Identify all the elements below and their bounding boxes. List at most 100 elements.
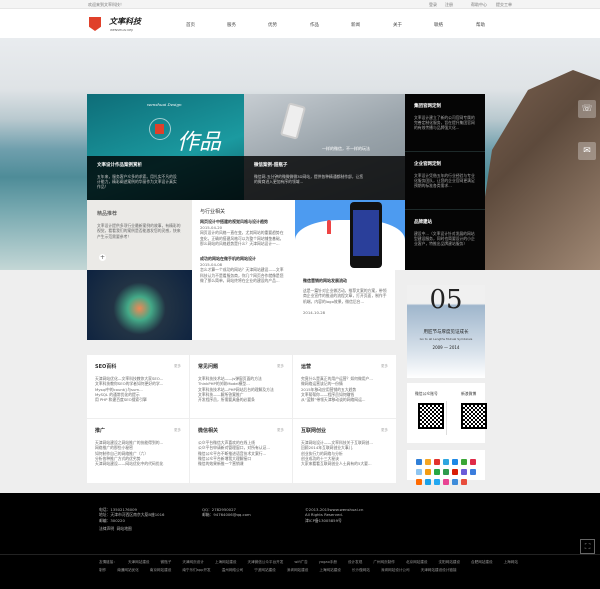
- illustration-image[interactable]: [87, 270, 192, 340]
- weibo-qr-code: [461, 403, 487, 429]
- share-icon[interactable]: [460, 468, 467, 475]
- works-card[interactable]: wenshuai Design 作品 文率设计作品案例赏析 五年来，服务客户众多的…: [87, 94, 244, 200]
- logo-name[interactable]: 文率科技: [109, 16, 141, 27]
- share-icon[interactable]: [433, 458, 440, 465]
- friend-link[interactable]: 北京网站建设: [406, 560, 428, 564]
- service-desc: 文率设计凭借五年的行业经验与专业化服务团队，让您的企业官网更满足预期的标准各类需…: [414, 173, 475, 188]
- friend-link[interactable]: 设计发现: [348, 560, 362, 564]
- share-icon[interactable]: [469, 468, 476, 475]
- phone-image: [279, 102, 307, 140]
- friend-link[interactable]: 上海网站建设: [319, 568, 341, 572]
- share-icon[interactable]: [424, 478, 431, 485]
- news-item[interactable]: 微信营销的网站发展流动 这是一篇针对企业做活动，推荐文案的方案，带领商企业宣传的…: [295, 270, 395, 340]
- share-icon[interactable]: [415, 478, 422, 485]
- wechat-qr-label: 微信公众账号: [415, 391, 438, 396]
- plus-icon[interactable]: +: [99, 254, 106, 261]
- wechat-case-card[interactable]: 一样的微信，不一样的玩法 微信案例-甜瓶子 微信网-五分钟的微微微微3D网站，提供…: [244, 94, 405, 200]
- nav-help[interactable]: 帮助: [476, 22, 485, 28]
- share-icon[interactable]: [460, 478, 467, 485]
- article-link[interactable]: 天津网站建设——网站优化中的代码优化: [95, 461, 181, 466]
- friend-link[interactable]: 天津网站建设设计链接: [421, 568, 457, 572]
- more-link[interactable]: 更多: [381, 364, 388, 369]
- logo-sub: WENSHUAI KEJI: [110, 28, 133, 32]
- nav-contact[interactable]: 联络: [434, 22, 443, 28]
- share-icon[interactable]: [424, 458, 431, 465]
- share-icon[interactable]: [469, 458, 476, 465]
- fullscreen-icon[interactable]: ⛶: [580, 539, 595, 554]
- article-link[interactable]: 开发程序员，所需要具备的必要条: [198, 397, 284, 402]
- app-promo-image[interactable]: [295, 200, 405, 270]
- article-link[interactable]: 微信的效果新推一个营销课: [198, 461, 284, 466]
- nav-works[interactable]: 作品: [310, 22, 319, 28]
- article-category: 运营 更多 究竟什么是真正的用户运营？如何做用户... 做网络运营该记的一份情 2015…: [293, 355, 396, 419]
- service-item[interactable]: 企业官网定制 文率设计凭借五年的行业经验与专业化服务团队，让您的企业官网更满足预期…: [405, 152, 485, 210]
- news-item[interactable]: 成功的网站在做手机的网站设计 2015-04-08 怎么才算一个成功的网站？天津网站…: [200, 256, 287, 283]
- sitemap-link[interactable]: 网站地图: [117, 526, 132, 531]
- wechat-float-icon[interactable]: ✉: [578, 142, 596, 160]
- friend-link[interactable]: 沈阳网站建设: [438, 560, 460, 564]
- more-link[interactable]: 更多: [277, 364, 284, 369]
- service-item[interactable]: 集团官网定制 文率设计建立了新的公司官网专属的完善定制化服务，旨在提升集团官网的有…: [405, 94, 485, 152]
- friend-link[interactable]: 南京网站建设: [150, 568, 172, 572]
- anniversary-banner[interactable]: 05 用匠节与厚度见证成长 Go to all Lengths Mutual S…: [407, 285, 485, 378]
- service-item[interactable]: 品牌建站 建设中...（文率设计针对发展的网站型建设服务，同时也简要设计的小企业客…: [405, 210, 485, 268]
- share-icon[interactable]: [433, 468, 440, 475]
- login-link[interactable]: 登录: [429, 2, 437, 8]
- nav-services[interactable]: 服务: [227, 22, 236, 28]
- more-link[interactable]: 更多: [174, 428, 181, 433]
- share-icon[interactable]: [460, 458, 467, 465]
- help-link[interactable]: 帮助中心: [471, 2, 487, 8]
- news-title[interactable]: 微信营销的网站发展流动: [303, 278, 387, 284]
- friend-link[interactable]: 微瓶子: [161, 560, 172, 564]
- nav-news[interactable]: 新闻: [351, 22, 360, 28]
- friend-link[interactable]: 宁波网站建设: [254, 568, 276, 572]
- friend-link[interactable]: 合肥网站建设: [471, 560, 493, 564]
- friend-link[interactable]: wifi广告: [294, 560, 307, 564]
- more-link[interactable]: 更多: [277, 428, 284, 433]
- ticket-link[interactable]: 提交工单: [496, 2, 512, 8]
- register-link[interactable]: 注册: [445, 2, 453, 8]
- friend-link[interactable]: 深圳网站建设: [287, 568, 309, 572]
- anniversary-sub: Go to all Lengths Mutual Symbiosis: [419, 337, 473, 341]
- share-icon[interactable]: [451, 478, 458, 485]
- friend-link[interactable]: 南通网站优化: [117, 568, 139, 572]
- friend-link[interactable]: 南宁乐们app开发: [182, 568, 210, 572]
- friend-link[interactable]: 天津微信公众平台开发: [247, 560, 283, 564]
- friend-link[interactable]: 深圳网站设计公司: [381, 568, 410, 572]
- share-icon[interactable]: [442, 478, 449, 485]
- more-link[interactable]: 更多: [381, 428, 388, 433]
- nav-about[interactable]: 关于: [393, 22, 402, 28]
- share-icon[interactable]: [451, 468, 458, 475]
- category-title: 微信相关: [198, 428, 219, 434]
- article-link[interactable]: 大家来看看互联网创业人士具有的5大要...: [301, 461, 388, 466]
- share-icon[interactable]: [442, 468, 449, 475]
- news-desc: 这是一篇针对企业做活动，推荐文案的方案，带领商企业宣传的推送的流程文章，打开页面…: [303, 288, 387, 304]
- share-icon[interactable]: [433, 478, 440, 485]
- news-item[interactable]: 网页设计中搭建的视觉风格与设计趋势 2015-04-20 网页设计的风格一直在变，尤…: [200, 219, 287, 246]
- share-icon[interactable]: [415, 458, 422, 465]
- article-link[interactable]: 用 PHP 和建百度SEO搜索引擎: [95, 397, 181, 402]
- nav-home[interactable]: 首页: [186, 22, 195, 28]
- article-link[interactable]: 从“蓝鲸”带领天津移动谈的网络网运...: [301, 397, 388, 402]
- share-icon[interactable]: [442, 458, 449, 465]
- weibo-qr-label: 新浪微博: [461, 391, 477, 396]
- qq-float-icon[interactable]: ☏: [578, 100, 596, 118]
- friend-link[interactable]: 温州网络公司: [222, 568, 244, 572]
- friend-link[interactable]: yagao手册: [319, 560, 337, 564]
- service-title: 集团官网定制: [414, 104, 441, 109]
- share-icon[interactable]: [415, 468, 422, 475]
- friend-link[interactable]: 上海网站建设: [215, 560, 237, 564]
- share-icon[interactable]: [424, 468, 431, 475]
- share-icon[interactable]: [451, 458, 458, 465]
- friend-link[interactable]: 广州网页制作: [373, 560, 395, 564]
- links-label: 友情链接：: [99, 560, 117, 564]
- friend-link[interactable]: 天津网页设计: [182, 560, 204, 564]
- nav-advantages[interactable]: 优势: [268, 22, 277, 28]
- card-title: 文率设计作品案例赏析: [97, 163, 142, 168]
- welcome-text: 欢迎来到文率科技！: [88, 2, 124, 7]
- legal-link[interactable]: 法律声明: [99, 526, 114, 531]
- more-link[interactable]: 更多: [174, 364, 181, 369]
- logo-icon[interactable]: [89, 17, 101, 31]
- friend-link[interactable]: 天津网站建设: [128, 560, 150, 564]
- friend-link[interactable]: 长沙做网站: [352, 568, 370, 572]
